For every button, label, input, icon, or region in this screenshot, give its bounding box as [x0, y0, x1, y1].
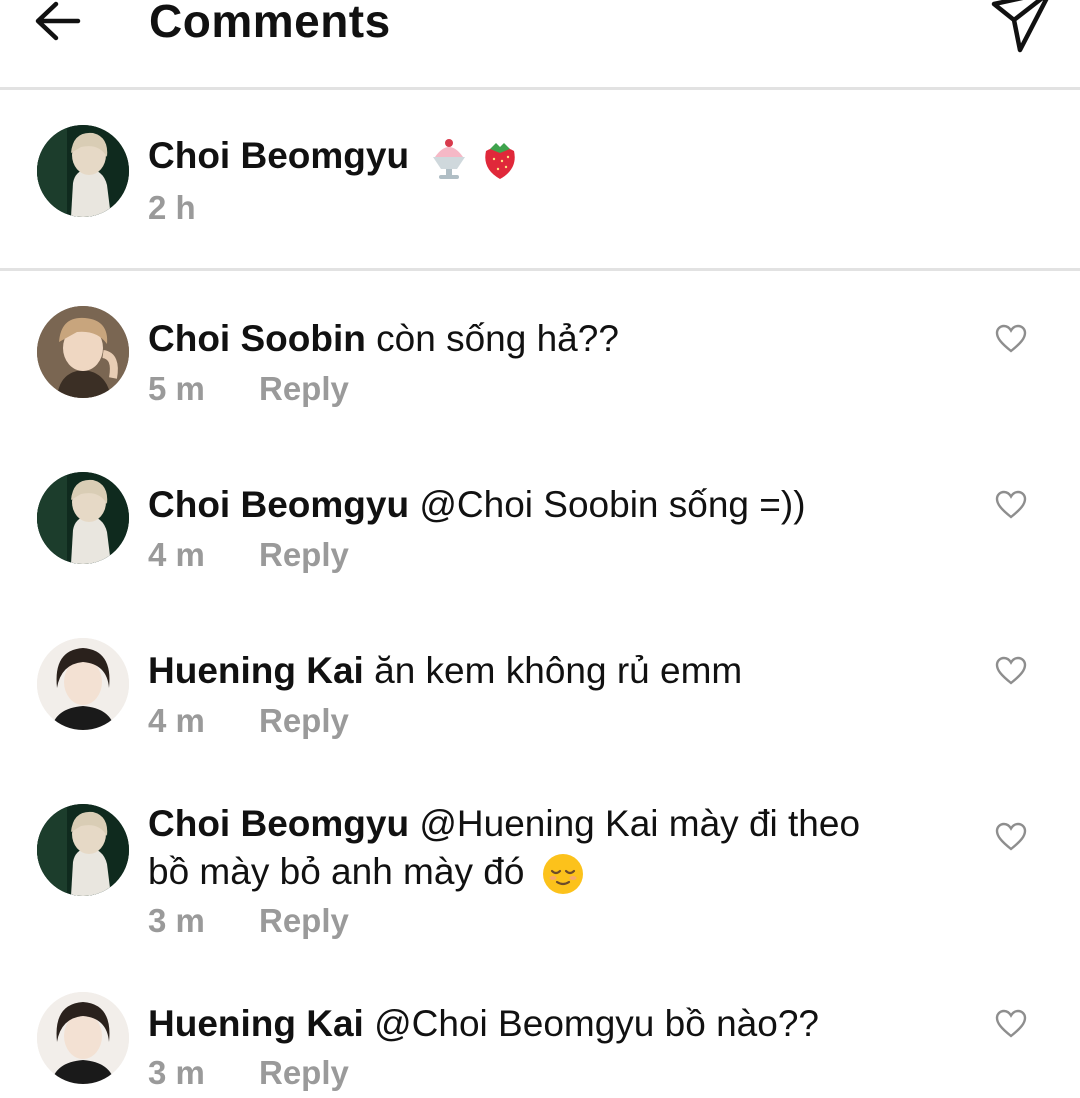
comment-text: Huening Kai ăn kem không rủ emm: [148, 647, 742, 695]
comment-body: @Choi Soobin sống =)): [419, 484, 806, 525]
comment-time: 5 m: [148, 370, 205, 407]
beomgyu-avatar[interactable]: [37, 804, 129, 896]
comment-text: Choi Soobin còn sống hả??: [148, 315, 619, 363]
arrow-left-icon[interactable]: [32, 0, 84, 42]
heart-icon[interactable]: [995, 822, 1027, 852]
comment-author[interactable]: Choi Soobin: [148, 318, 366, 359]
comment-text: Choi Beomgyu @Huening Kai mày đi theo: [148, 800, 860, 848]
caption-time: 2 h: [148, 189, 196, 226]
heart-icon[interactable]: [995, 324, 1027, 354]
caption-author[interactable]: Choi Beomgyu: [148, 135, 409, 176]
comment-author[interactable]: Choi Beomgyu: [148, 803, 409, 844]
comment-body: ăn kem không rủ emm: [374, 650, 743, 691]
strawberry-icon: [484, 143, 515, 180]
heart-icon[interactable]: [995, 1009, 1027, 1039]
comment-author[interactable]: Huening Kai: [148, 650, 364, 691]
comment-time: 4 m: [148, 536, 205, 573]
paper-plane-icon[interactable]: [986, 0, 1058, 54]
comment-text-line2: bồ mày bỏ anh mày đó: [148, 848, 585, 896]
beomgyu-avatar[interactable]: [37, 472, 129, 564]
comment-body: @Choi Beomgyu bồ nào??: [374, 1003, 819, 1044]
comment-text: Choi Beomgyu @Choi Soobin sống =)): [148, 481, 806, 529]
kai-avatar[interactable]: [37, 992, 129, 1084]
beomgyu-avatar[interactable]: [37, 125, 129, 217]
reply-button[interactable]: Reply: [259, 1054, 349, 1092]
soobin-avatar[interactable]: [37, 306, 129, 398]
comment-body: @Huening Kai mày đi theo: [419, 803, 861, 844]
comment-time: 4 m: [148, 702, 205, 739]
comment-author[interactable]: Choi Beomgyu: [148, 484, 409, 525]
comment-body: còn sống hả??: [376, 318, 619, 359]
kai-avatar[interactable]: [37, 638, 129, 730]
post-caption: Choi Beomgyu 2 h: [0, 93, 1080, 271]
top-bar: Comments: [0, 0, 1080, 90]
reply-button[interactable]: Reply: [259, 370, 349, 408]
shaved-ice-icon: [433, 139, 466, 180]
reply-button[interactable]: Reply: [259, 902, 349, 940]
comment-time: 3 m: [148, 902, 205, 939]
comment-text: Huening Kai @Choi Beomgyu bồ nào??: [148, 1000, 819, 1048]
reply-button[interactable]: Reply: [259, 702, 349, 740]
page-title: Comments: [149, 0, 391, 47]
comment-body-line2: bồ mày bỏ anh mày đó: [148, 851, 525, 892]
caption-line: Choi Beomgyu: [148, 132, 520, 181]
reply-button[interactable]: Reply: [259, 536, 349, 574]
comment-time: 3 m: [148, 1054, 205, 1091]
heart-icon[interactable]: [995, 490, 1027, 520]
relieved-face-icon: [542, 854, 583, 895]
comment-author[interactable]: Huening Kai: [148, 1003, 364, 1044]
heart-icon[interactable]: [995, 656, 1027, 686]
